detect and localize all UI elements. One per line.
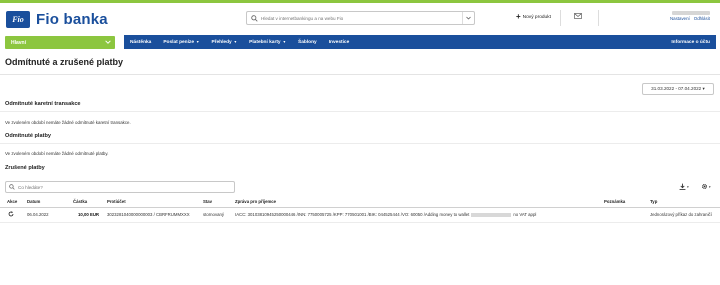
column-header-amount[interactable]: Částka: [73, 199, 87, 204]
column-header-message[interactable]: Zpráva pro příjemce: [235, 199, 276, 204]
row-message-part-2: no VAT appl: [513, 212, 537, 217]
nav-item-payment-cards[interactable]: Platební karty ▼: [243, 40, 292, 45]
top-accent-line: [0, 0, 720, 3]
global-search[interactable]: [246, 11, 475, 25]
main-account-label: Hlavní: [11, 39, 27, 46]
caret-down-icon: ▼: [232, 39, 238, 44]
row-state: stornovaný: [203, 212, 225, 217]
section-title-card-transactions: Odmítnuté karetní transakce: [5, 101, 81, 107]
table-row: 06.04.2022 10,00 EUR 3023281040000000003…: [0, 209, 720, 221]
header-divider: [560, 10, 561, 26]
row-type: Jednorázový příkaz do zahraničí: [650, 212, 712, 217]
chevron-down-icon: [105, 39, 111, 46]
row-date: 06.04.2022: [27, 212, 49, 217]
column-header-note[interactable]: Poznámka: [604, 199, 625, 204]
logout-link[interactable]: Odhlásit: [694, 16, 710, 21]
caret-down-icon: ▾: [708, 185, 711, 189]
search-icon: [6, 184, 18, 190]
date-range-select[interactable]: 31.03.2022 - 07.04.2022 ▾: [642, 83, 714, 95]
fio-logo-badge: Fio: [6, 10, 30, 28]
settings-link[interactable]: Nastavení: [670, 16, 690, 21]
section-title-cancelled-payments: Zrušené platby: [5, 165, 45, 171]
new-product-label: Nový produkt: [522, 14, 551, 20]
nav-item-dashboard[interactable]: Nástěnka: [124, 40, 157, 45]
divider: [0, 222, 720, 223]
column-header-date[interactable]: Datum: [27, 199, 40, 204]
plus-icon: +: [516, 12, 521, 21]
new-product-button[interactable]: + Nový produkt: [516, 13, 551, 21]
main-navigation: Nástěnka Poslat peníze ▼ Přehledy ▼ Plat…: [124, 35, 716, 49]
nav-item-templates[interactable]: Šablony: [292, 40, 323, 45]
caret-down-icon: ▾: [687, 185, 689, 189]
divider: [0, 207, 720, 208]
caret-down-icon: ▼: [281, 39, 287, 44]
global-search-input[interactable]: [261, 13, 462, 23]
table-tools: ▾ ▾: [679, 183, 711, 191]
main-account-select[interactable]: Hlavní: [5, 36, 115, 49]
row-counter-account: 3023281040000000003 / CBRFRUMMXXX: [107, 212, 190, 217]
user-name-redacted: [672, 11, 710, 15]
table-header: Akce Datum Částka Protiúčet Stav Zpráva …: [0, 199, 720, 206]
redacted-text: [471, 212, 512, 217]
row-amount: 10,00 EUR: [78, 212, 100, 217]
gear-icon: [701, 183, 708, 191]
row-message-part-1: IACC: 30103810945250000446 /INN: 7750005…: [235, 212, 470, 217]
nav-item-overviews[interactable]: Přehledy ▼: [205, 40, 243, 45]
divider: [0, 74, 720, 75]
nav-item-send-money[interactable]: Poslat peníze ▼: [157, 40, 205, 45]
column-header-counter-account[interactable]: Protiúčet: [107, 199, 126, 204]
column-header-state[interactable]: Stav: [203, 199, 212, 204]
rejected-payments-empty-text: Ve zvoleném období nemáte žádné odmítnut…: [5, 151, 109, 156]
nav-item-investments[interactable]: Investice: [323, 40, 356, 45]
account-info-link[interactable]: Informace o účtu: [671, 35, 710, 49]
page-title: Odmítnuté a zrušené platby: [5, 57, 124, 67]
table-settings-button[interactable]: ▾: [701, 183, 711, 191]
fio-logo-text: Fio banka: [36, 10, 108, 28]
download-icon: [679, 183, 686, 191]
table-filter-input[interactable]: [18, 184, 234, 190]
section-title-rejected-payments: Odmítnuté platby: [5, 133, 51, 139]
user-links: Nastavení Odhlásit: [670, 16, 710, 21]
header-divider: [598, 10, 599, 26]
card-transactions-empty-text: Ve zvoleném období nemáte žádné odmítnut…: [5, 120, 131, 125]
divider: [0, 143, 720, 144]
search-icon: [247, 12, 261, 24]
fio-logo[interactable]: Fio Fio banka: [6, 9, 156, 29]
table-filter[interactable]: [5, 181, 235, 193]
export-button[interactable]: ▾: [679, 183, 689, 191]
divider: [0, 111, 720, 112]
mail-icon[interactable]: [574, 13, 582, 21]
renew-icon[interactable]: [8, 211, 14, 218]
caret-down-icon: ▼: [195, 39, 200, 44]
row-message: IACC: 30103810945250000446 /INN: 7750005…: [235, 212, 536, 217]
chevron-down-icon[interactable]: [462, 12, 474, 24]
column-header-type[interactable]: Typ: [650, 199, 657, 204]
column-header-action: Akce: [7, 199, 18, 204]
